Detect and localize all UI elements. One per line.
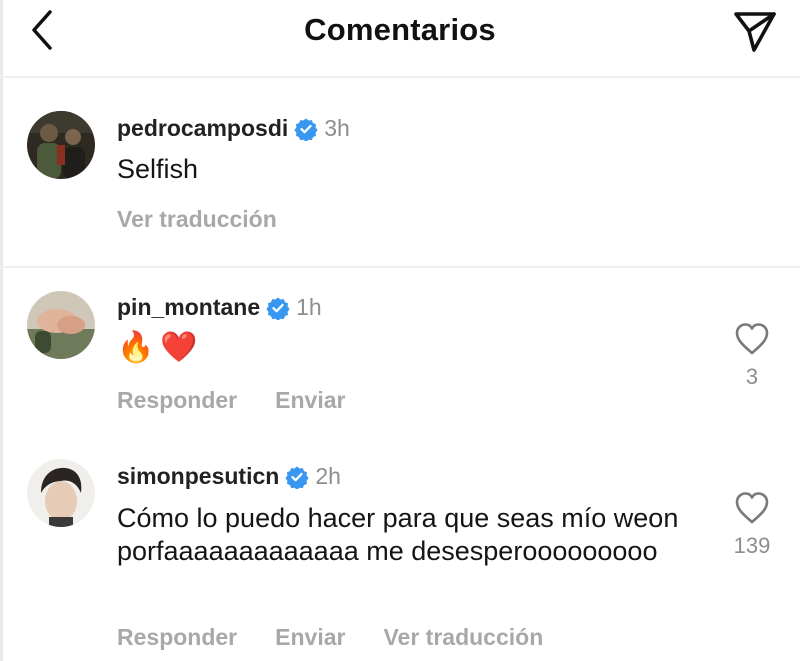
like-control: 139 (722, 491, 782, 559)
fire-emoji: 🔥 (117, 331, 155, 364)
heart-outline-icon[interactable] (734, 322, 770, 356)
timestamp: 1h (296, 294, 322, 320)
heart-outline-icon[interactable] (734, 491, 770, 525)
paper-plane-icon (734, 12, 776, 52)
comment-actions: Responder Enviar Ver traducción (117, 624, 543, 651)
username[interactable]: pedrocamposdi (117, 115, 288, 142)
translate-link[interactable]: Ver traducción (117, 206, 277, 233)
username[interactable]: simonpesuticn (117, 463, 279, 490)
comment-author: pin_montane 1h (117, 294, 322, 321)
like-control: 3 (722, 322, 782, 390)
like-count: 139 (733, 533, 771, 558)
avatar-image (27, 291, 95, 359)
reply-button[interactable]: Responder (117, 624, 237, 651)
avatar-image (27, 459, 95, 527)
comment-text: 🔥 ❤️ (117, 330, 198, 365)
username[interactable]: pin_montane (117, 294, 260, 321)
send-button[interactable]: Enviar (275, 624, 345, 651)
avatar[interactable] (27, 111, 95, 179)
send-button[interactable]: Enviar (275, 387, 345, 414)
caption-text: Selfish (117, 154, 199, 184)
post-caption: pedrocamposdi 3h Selfish Ver traducción (0, 78, 800, 268)
avatar[interactable] (27, 459, 95, 527)
comment-actions: Responder Enviar (117, 387, 345, 414)
avatar-image (27, 111, 95, 179)
reply-button[interactable]: Responder (117, 387, 237, 414)
avatar[interactable] (27, 291, 95, 359)
header-bar: Comentarios (0, 0, 800, 78)
page-title: Comentarios (304, 12, 496, 47)
timestamp: 2h (315, 463, 341, 489)
verified-badge-icon (266, 297, 290, 320)
comment-text: Cómo lo puedo hacer para que seas mío we… (117, 503, 679, 566)
share-button[interactable] (730, 6, 780, 56)
verified-badge-icon (294, 118, 318, 141)
caption-author: pedrocamposdi 3h (117, 115, 350, 142)
caption-actions: Ver traducción (117, 206, 277, 233)
translate-link[interactable]: Ver traducción (383, 624, 543, 651)
timestamp: 3h (324, 115, 350, 141)
comment-author: simonpesuticn 2h (117, 463, 341, 490)
heart-emoji: ❤️ (160, 331, 198, 364)
like-count: 3 (745, 364, 759, 389)
verified-badge-icon (285, 466, 309, 489)
